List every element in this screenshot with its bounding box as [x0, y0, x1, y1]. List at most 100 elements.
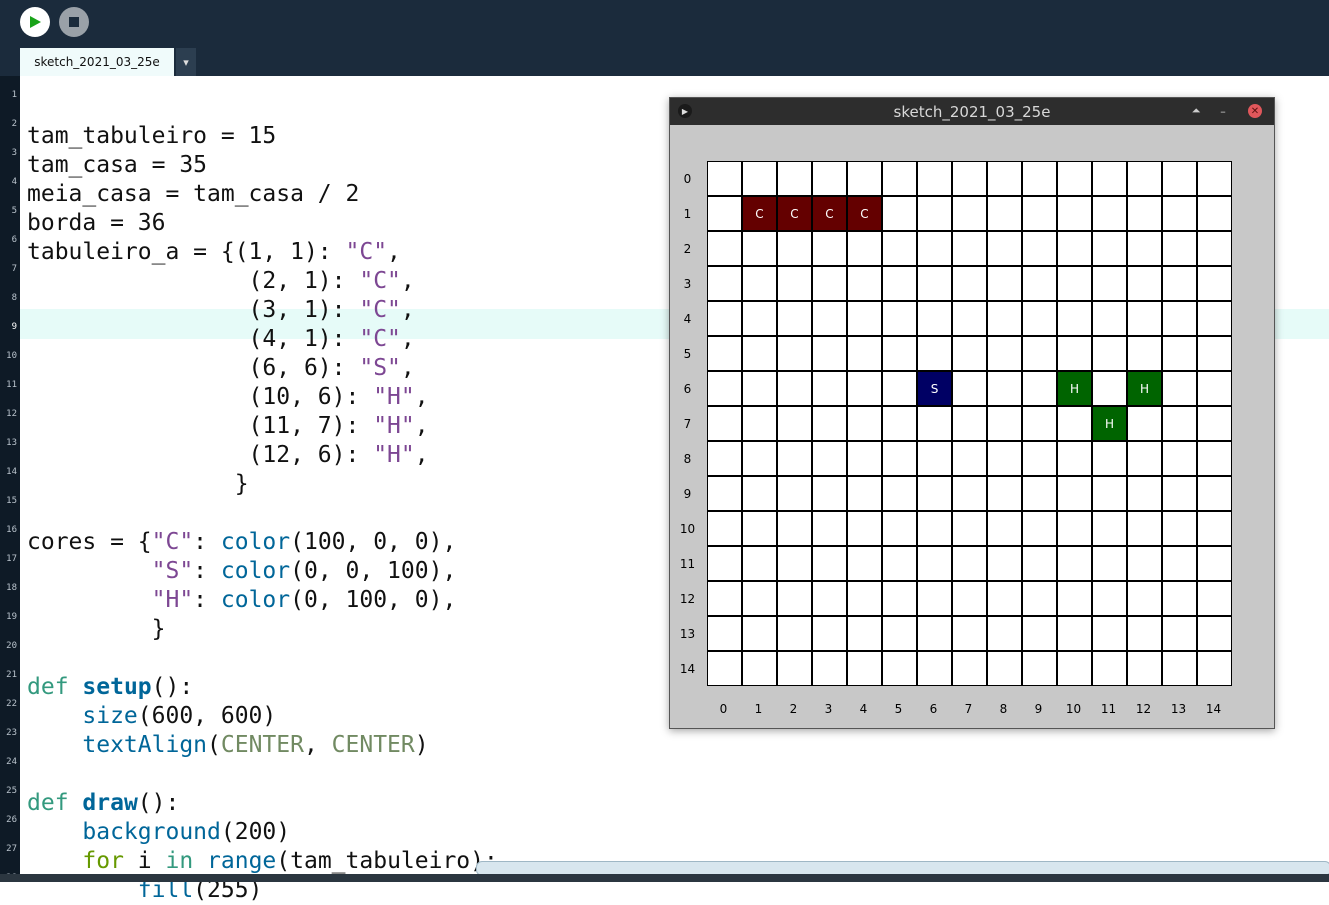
tab-sketch[interactable]: sketch_2021_03_25e — [20, 48, 174, 76]
board-cell[interactable] — [1092, 476, 1127, 511]
board-cell[interactable] — [777, 546, 812, 581]
board-cell[interactable] — [882, 581, 917, 616]
board-cell[interactable] — [917, 266, 952, 301]
board-cell[interactable] — [917, 441, 952, 476]
board-cell[interactable] — [742, 581, 777, 616]
board-cell[interactable] — [777, 476, 812, 511]
board-cell[interactable] — [1197, 196, 1232, 231]
board-cell[interactable] — [1127, 406, 1162, 441]
board-cell[interactable] — [1162, 546, 1197, 581]
board-cell[interactable] — [777, 371, 812, 406]
board-cell[interactable] — [1162, 651, 1197, 686]
board-cell[interactable] — [952, 406, 987, 441]
board-piece[interactable]: H — [1092, 406, 1127, 441]
board-cell[interactable] — [952, 476, 987, 511]
tab-menu-button[interactable]: ▾ — [176, 48, 196, 76]
shade-icon[interactable]: ⏶ — [1188, 103, 1204, 119]
board-cell[interactable] — [847, 476, 882, 511]
board-cell[interactable] — [1057, 196, 1092, 231]
board-cell[interactable] — [1057, 406, 1092, 441]
board-cell[interactable] — [882, 371, 917, 406]
board-cell[interactable] — [1127, 231, 1162, 266]
board-cell[interactable] — [1022, 266, 1057, 301]
board-cell[interactable] — [742, 651, 777, 686]
board-cell[interactable] — [812, 231, 847, 266]
board-cell[interactable] — [1022, 651, 1057, 686]
board-cell[interactable] — [847, 651, 882, 686]
board-cell[interactable] — [1162, 301, 1197, 336]
board-cell[interactable] — [917, 616, 952, 651]
board-cell[interactable] — [1092, 231, 1127, 266]
board-cell[interactable] — [1162, 406, 1197, 441]
board-cell[interactable] — [1162, 266, 1197, 301]
board-cell[interactable] — [1162, 616, 1197, 651]
board-cell[interactable] — [777, 336, 812, 371]
board-cell[interactable] — [882, 161, 917, 196]
board-cell[interactable] — [987, 546, 1022, 581]
board-cell[interactable] — [1127, 196, 1162, 231]
board-cell[interactable] — [1092, 336, 1127, 371]
board-cell[interactable] — [882, 651, 917, 686]
board-cell[interactable] — [987, 441, 1022, 476]
board-cell[interactable] — [1022, 161, 1057, 196]
board-cell[interactable] — [882, 196, 917, 231]
board-cell[interactable] — [742, 371, 777, 406]
board-cell[interactable] — [1197, 406, 1232, 441]
board-cell[interactable] — [1197, 651, 1232, 686]
board-cell[interactable] — [1022, 441, 1057, 476]
board-cell[interactable] — [987, 266, 1022, 301]
board-cell[interactable] — [777, 161, 812, 196]
board-cell[interactable] — [952, 301, 987, 336]
board-cell[interactable] — [987, 161, 1022, 196]
board-piece[interactable]: S — [917, 371, 952, 406]
board-cell[interactable] — [952, 266, 987, 301]
board-cell[interactable] — [847, 441, 882, 476]
board-cell[interactable] — [707, 196, 742, 231]
board-cell[interactable] — [707, 546, 742, 581]
board-cell[interactable] — [917, 476, 952, 511]
board-cell[interactable] — [1092, 301, 1127, 336]
board-cell[interactable] — [1197, 161, 1232, 196]
minimize-icon[interactable]: – — [1215, 103, 1231, 119]
board-cell[interactable] — [882, 266, 917, 301]
board-cell[interactable] — [847, 616, 882, 651]
board-cell[interactable] — [812, 266, 847, 301]
board-cell[interactable] — [742, 266, 777, 301]
board-cell[interactable] — [917, 231, 952, 266]
board-cell[interactable] — [707, 161, 742, 196]
board-cell[interactable] — [1197, 441, 1232, 476]
board-cell[interactable] — [1057, 231, 1092, 266]
board-cell[interactable] — [1162, 476, 1197, 511]
board-cell[interactable] — [1022, 511, 1057, 546]
board-cell[interactable] — [1162, 231, 1197, 266]
board-cell[interactable] — [1057, 441, 1092, 476]
board-cell[interactable] — [707, 406, 742, 441]
board-cell[interactable] — [707, 336, 742, 371]
board-cell[interactable] — [952, 196, 987, 231]
board-cell[interactable] — [952, 581, 987, 616]
board-cell[interactable] — [1127, 301, 1162, 336]
board-cell[interactable] — [917, 196, 952, 231]
board-cell[interactable] — [812, 441, 847, 476]
board-cell[interactable] — [1197, 371, 1232, 406]
board-cell[interactable] — [1057, 581, 1092, 616]
board-cell[interactable] — [847, 336, 882, 371]
board-cell[interactable] — [917, 546, 952, 581]
board-cell[interactable] — [987, 336, 1022, 371]
board-cell[interactable] — [1197, 546, 1232, 581]
board-cell[interactable] — [987, 511, 1022, 546]
board-cell[interactable] — [1022, 336, 1057, 371]
board-cell[interactable] — [917, 651, 952, 686]
board-cell[interactable] — [742, 616, 777, 651]
board-cell[interactable] — [952, 371, 987, 406]
board-cell[interactable] — [777, 406, 812, 441]
board-cell[interactable] — [1022, 301, 1057, 336]
board-cell[interactable] — [847, 371, 882, 406]
board-cell[interactable] — [952, 651, 987, 686]
board-cell[interactable] — [812, 546, 847, 581]
board-piece[interactable]: C — [777, 196, 812, 231]
board-cell[interactable] — [812, 476, 847, 511]
board-cell[interactable] — [1197, 616, 1232, 651]
board-cell[interactable] — [952, 441, 987, 476]
board-cell[interactable] — [917, 336, 952, 371]
